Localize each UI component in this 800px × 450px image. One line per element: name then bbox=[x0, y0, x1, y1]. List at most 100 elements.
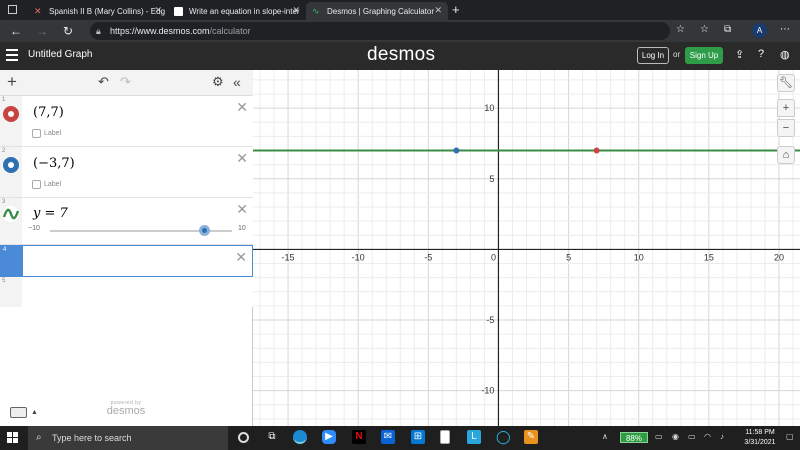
expression-index: 5 bbox=[0, 277, 22, 307]
mail-app-icon[interactable]: ✉ bbox=[381, 430, 395, 444]
tab-close-icon[interactable]: ✕ bbox=[154, 5, 162, 16]
desmos-header: Untitled Graph desmos Log In or Sign Up … bbox=[0, 42, 800, 70]
graph-settings-wrench-icon[interactable]: 🔧︎ bbox=[777, 74, 795, 92]
volume-icon[interactable]: ♪ bbox=[720, 432, 724, 441]
favorite-star-icon[interactable]: ☆ bbox=[676, 24, 685, 35]
tab-spanish[interactable]: ✕ Spanish II B (Mary Collins) - Edg ✕ bbox=[28, 2, 168, 20]
more-menu-icon[interactable]: ⋯ bbox=[780, 24, 790, 35]
edgenuity-favicon-icon: ✕ bbox=[34, 5, 42, 16]
notifications-icon[interactable]: ▢ bbox=[786, 432, 794, 441]
label-toggle[interactable]: Label bbox=[32, 129, 61, 138]
delete-expression-icon[interactable]: ✕ bbox=[236, 99, 248, 116]
taskbar-search[interactable]: ⌕ Type here to search bbox=[28, 426, 228, 450]
x-tick-label: -15 bbox=[282, 252, 295, 262]
tray-camera-icon[interactable]: ◉ bbox=[672, 432, 679, 441]
expression-row-new[interactable]: 5 bbox=[0, 277, 253, 307]
windows-start-icon[interactable] bbox=[7, 432, 19, 444]
expression-math[interactable]: y = 7 bbox=[33, 206, 68, 221]
menu-icon[interactable] bbox=[6, 49, 18, 61]
system-clock[interactable]: 11:58 PM 3/31/2021 bbox=[740, 428, 780, 448]
tab-desmos[interactable]: ∿ Desmos | Graphing Calculator ✕ bbox=[306, 2, 448, 20]
globe-icon[interactable]: ◍ bbox=[780, 48, 790, 61]
delete-expression-icon[interactable]: ✕ bbox=[236, 150, 248, 167]
url-path: /calculator bbox=[209, 26, 251, 36]
delete-expression-icon[interactable]: ✕ bbox=[236, 201, 248, 218]
zoom-out-button[interactable]: − bbox=[777, 119, 795, 137]
point-color-icon[interactable] bbox=[3, 157, 19, 173]
netflix-app-icon[interactable]: N bbox=[352, 430, 366, 444]
tab-label: Spanish II B (Mary Collins) - Edg bbox=[49, 6, 166, 16]
label-checkbox[interactable] bbox=[32, 129, 41, 138]
wave-icon bbox=[2, 208, 20, 220]
slider-handle[interactable] bbox=[199, 225, 210, 236]
expression-math[interactable]: (−3,7) bbox=[33, 156, 75, 171]
y-tick-label: -10 bbox=[481, 386, 494, 396]
delete-expression-icon[interactable]: ✕ bbox=[235, 249, 247, 266]
caret-up-icon: ▲ bbox=[31, 408, 38, 416]
address-bar[interactable]: 🔒︎ https://www.desmos.com/calculator bbox=[90, 22, 670, 40]
expression-row-point-1[interactable]: 1 (7,7) ✕ Label bbox=[0, 96, 253, 147]
zoom-app-icon[interactable]: ▶ bbox=[322, 430, 336, 444]
expression-row-point-2[interactable]: 2 (−3,7) ✕ Label bbox=[0, 147, 253, 198]
graph-point-2 bbox=[453, 147, 460, 154]
graph-paper[interactable]: -15 -10 -5 0 5 10 15 20 10 5 -5 -10 bbox=[253, 70, 800, 426]
new-tab-button[interactable]: + bbox=[452, 2, 460, 17]
x-tick-label: -5 bbox=[424, 252, 432, 262]
wifi-icon[interactable]: ◠ bbox=[704, 432, 711, 441]
profile-avatar[interactable]: A bbox=[752, 23, 767, 38]
or-text: or bbox=[673, 50, 681, 59]
battery-indicator[interactable]: 88% bbox=[620, 432, 648, 443]
keyboard-toggle-button[interactable]: ▲ bbox=[10, 404, 44, 420]
url-host: https://www.desmos.com bbox=[110, 26, 210, 36]
tab-close-icon[interactable]: ✕ bbox=[292, 5, 300, 16]
forward-arrow-icon[interactable]: → bbox=[34, 23, 50, 39]
paint-app-icon[interactable]: ✎ bbox=[524, 430, 538, 444]
graph-point-1 bbox=[593, 147, 600, 154]
collapse-panel-icon[interactable]: « bbox=[233, 74, 241, 90]
tab-close-icon[interactable]: ✕ bbox=[434, 5, 442, 16]
default-viewport-home-icon[interactable]: ⌂ bbox=[777, 146, 795, 164]
cortana-icon[interactable] bbox=[238, 432, 249, 443]
signup-button[interactable]: Sign Up bbox=[685, 47, 723, 64]
login-button[interactable]: Log In bbox=[637, 47, 669, 64]
zoom-in-button[interactable]: + bbox=[777, 99, 795, 117]
undo-icon[interactable]: ↶ bbox=[98, 74, 109, 90]
slider-max-label[interactable]: 10 bbox=[238, 225, 246, 232]
tab-slope-intercept[interactable]: Write an equation in slope-inter ✕ bbox=[168, 2, 306, 20]
show-hidden-icons[interactable]: ∧ bbox=[602, 432, 608, 441]
redo-icon[interactable]: ↷ bbox=[120, 74, 131, 90]
desmos-favicon-icon: ∿ bbox=[312, 5, 320, 16]
search-icon: ⌕ bbox=[36, 432, 42, 443]
back-arrow-icon[interactable]: ← bbox=[8, 23, 24, 39]
ime-icon[interactable]: ▭ bbox=[655, 432, 663, 441]
label-toggle[interactable]: Label bbox=[32, 180, 61, 189]
point-color-icon[interactable] bbox=[3, 106, 19, 122]
settings-gear-icon[interactable]: ⚙ bbox=[212, 74, 224, 90]
expression-row-line[interactable]: 3 y = 7 ✕ −10 10 bbox=[0, 198, 253, 245]
learning-app-icon[interactable]: L bbox=[467, 430, 481, 444]
clock-date: 3/31/2021 bbox=[744, 439, 776, 446]
circle-app-icon[interactable]: ◯ bbox=[496, 430, 511, 444]
tray-battery-icon[interactable]: ▭ bbox=[688, 432, 696, 441]
help-icon[interactable]: ? bbox=[758, 48, 764, 60]
phone-app-icon[interactable] bbox=[440, 430, 450, 444]
tab-label: Desmos | Graphing Calculator bbox=[327, 6, 435, 16]
store-app-icon[interactable]: ⊞ bbox=[411, 430, 425, 444]
profile-initial: A bbox=[756, 26, 763, 35]
collections-icon[interactable]: ⧉ bbox=[724, 24, 731, 35]
refresh-icon[interactable]: ↻ bbox=[60, 23, 76, 39]
edge-app-icon[interactable] bbox=[293, 430, 307, 444]
graph-title[interactable]: Untitled Graph bbox=[28, 49, 92, 60]
powered-by-desmos[interactable]: powered by desmos bbox=[100, 400, 152, 417]
expression-math[interactable]: (7,7) bbox=[33, 105, 64, 120]
share-icon[interactable]: ⇪ bbox=[735, 48, 744, 61]
favorites-list-icon[interactable]: ☆ bbox=[700, 24, 709, 35]
expression-row-empty[interactable]: 4 ✕ bbox=[0, 245, 253, 277]
tab-actions-icon[interactable] bbox=[8, 5, 17, 14]
label-checkbox[interactable] bbox=[32, 180, 41, 189]
graph-canvas[interactable]: -15 -10 -5 0 5 10 15 20 10 5 -5 -10 bbox=[253, 70, 800, 426]
add-item-icon[interactable]: + bbox=[7, 72, 17, 92]
line-color-icon[interactable] bbox=[2, 206, 20, 222]
slider-min-label[interactable]: −10 bbox=[28, 225, 40, 232]
task-view-icon[interactable]: ⧉ bbox=[265, 430, 279, 444]
